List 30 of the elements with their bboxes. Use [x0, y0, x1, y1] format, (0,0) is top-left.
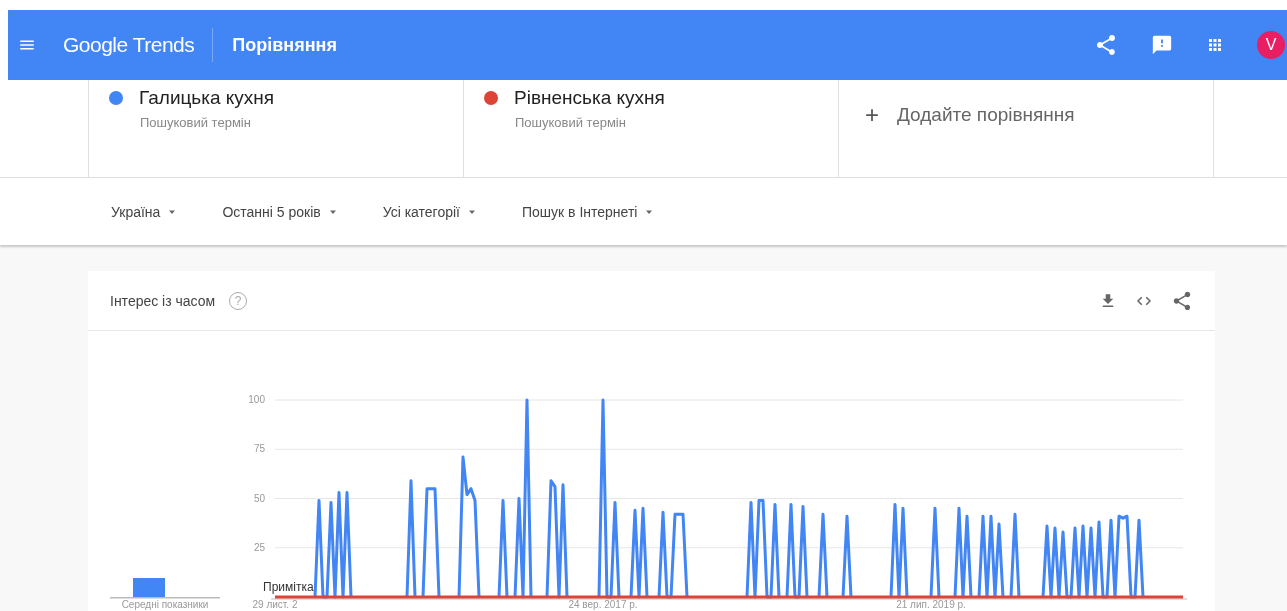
average-label: Середні показники [121, 599, 209, 610]
x-axis-label: 29 лист. 2 [252, 599, 298, 610]
annotation-label: Примітка [263, 580, 314, 594]
y-axis-label: 100 [248, 394, 265, 405]
x-axis-label: 21 лип. 2019 р. [896, 599, 966, 610]
y-axis-label: 50 [253, 492, 265, 504]
y-axis-label: 75 [253, 443, 265, 455]
feedback-icon[interactable] [1151, 34, 1173, 56]
filter-dropdown[interactable]: Усі категорії [382, 203, 478, 220]
apps-icon[interactable] [1206, 36, 1224, 54]
term-name: Галицька кухня [139, 87, 275, 109]
page-title: Порівняння [232, 34, 337, 56]
term-card[interactable]: Галицька кухня Пошуковий термін [88, 80, 463, 177]
share-icon[interactable] [1094, 33, 1118, 57]
filter-dropdown[interactable]: Пошук в Інтернеті [522, 203, 656, 220]
app-logo[interactable]: Google Trends [63, 33, 195, 57]
filter-dropdown[interactable]: Останні 5 років [222, 203, 339, 220]
x-axis-label: 24 вер. 2017 р. [568, 599, 638, 610]
y-axis-label: 25 [253, 541, 265, 553]
term-type: Пошуковий термін [140, 115, 252, 130]
add-comparison-label: Додайте порівняння [897, 104, 1075, 126]
term-card[interactable]: Рівненська кухня Пошуковий термін [463, 80, 838, 177]
plus-icon: + [865, 101, 879, 129]
share-icon[interactable] [1171, 289, 1193, 312]
filter-dropdown[interactable]: Україна [111, 203, 179, 220]
card-title: Інтерес із часом [110, 292, 216, 309]
term-name: Рівненська кухня [514, 87, 665, 109]
avatar[interactable]: V [1257, 31, 1285, 59]
term-type: Пошуковий термін [515, 115, 627, 130]
add-comparison[interactable]: + Додайте порівняння [838, 80, 1213, 177]
